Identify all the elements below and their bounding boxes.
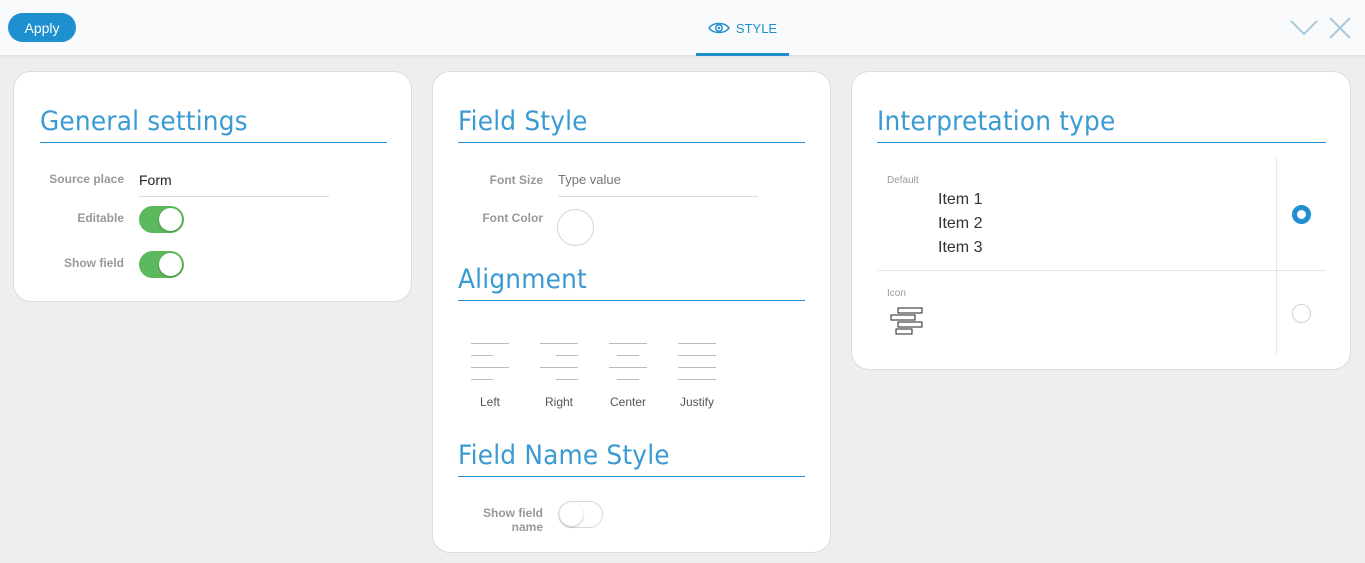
section-title: Alignment	[458, 264, 587, 295]
source-place-underline	[139, 196, 329, 197]
section-divider	[458, 142, 805, 143]
font-size-input[interactable]	[558, 172, 758, 187]
align-left-option[interactable]: Left	[460, 343, 520, 418]
align-justify-icon	[678, 343, 716, 383]
font-size-label: Font Size	[489, 173, 543, 187]
align-right-icon	[540, 343, 578, 383]
editable-label: Editable	[77, 211, 124, 225]
align-center-label: Center	[609, 395, 647, 409]
align-right-option[interactable]: Right	[529, 343, 589, 418]
font-size-underline	[558, 196, 758, 197]
general-settings-card: General settings Source place Form Edita…	[13, 71, 412, 302]
close-icon[interactable]	[1326, 14, 1354, 42]
show-field-name-toggle[interactable]	[558, 501, 603, 528]
section-title: General settings	[40, 106, 248, 137]
list-item: Item 1	[938, 191, 983, 208]
tab-style[interactable]: STYLE	[696, 0, 789, 56]
font-color-picker[interactable]	[557, 209, 594, 246]
default-option-radio[interactable]	[1292, 205, 1311, 224]
align-center-option[interactable]: Center	[598, 343, 658, 418]
source-place-value[interactable]: Form	[139, 172, 172, 188]
row-divider	[877, 270, 1326, 271]
icon-option-label: Icon	[887, 288, 906, 299]
align-left-icon	[471, 343, 509, 383]
align-justify-option[interactable]: Justify	[667, 343, 727, 418]
eye-icon	[708, 21, 730, 35]
apply-button[interactable]: Apply	[8, 13, 76, 42]
top-toolbar: Apply STYLE	[0, 0, 1365, 56]
show-field-name-label: Show field name	[483, 506, 543, 534]
list-item: Item 3	[938, 239, 983, 256]
align-center-icon	[609, 343, 647, 383]
section-divider	[877, 142, 1326, 143]
icon-option-radio[interactable]	[1292, 304, 1311, 323]
section-divider	[40, 142, 387, 143]
font-color-label: Font Color	[482, 211, 543, 225]
field-style-card: Field Style Font Size Font Color Alignme…	[432, 71, 831, 553]
default-option-label: Default	[887, 175, 919, 186]
section-title: Interpretation type	[877, 106, 1116, 137]
section-title: Field Style	[458, 106, 588, 137]
section-divider	[458, 300, 805, 301]
interpretation-type-card: Interpretation type Default Item 1 Item …	[851, 71, 1351, 370]
list-icon	[890, 307, 924, 342]
source-place-label: Source place	[49, 172, 124, 186]
align-left-label: Left	[479, 395, 500, 409]
section-title: Field Name Style	[458, 440, 670, 471]
tab-style-label: STYLE	[735, 20, 778, 36]
section-divider	[458, 476, 805, 477]
editable-toggle[interactable]	[139, 206, 184, 233]
column-divider	[1276, 158, 1277, 355]
align-justify-label: Justify	[679, 395, 714, 409]
chevron-down-icon[interactable]	[1290, 14, 1318, 42]
tab-active-indicator	[696, 53, 789, 56]
list-item: Item 2	[938, 215, 983, 232]
show-field-label: Show field	[64, 256, 124, 270]
show-field-toggle[interactable]	[139, 251, 184, 278]
align-right-label: Right	[544, 395, 573, 409]
